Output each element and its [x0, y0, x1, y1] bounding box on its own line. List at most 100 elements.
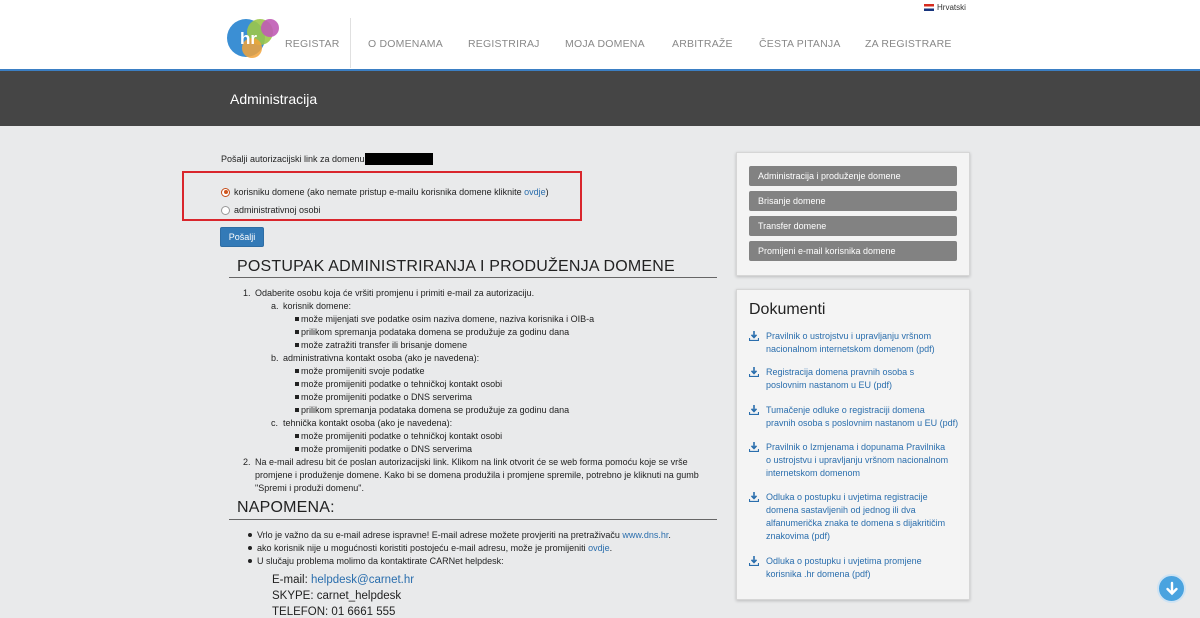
- step-1: 1. Odaberite osobu koja će vršiti promjen…: [243, 288, 535, 298]
- document-line: Odluka o postupku i uvjetima promjene: [766, 556, 922, 566]
- list-item: može promijeniti podatke o tehničkoj kon…: [243, 378, 723, 391]
- document-line: Registracija domena pravnih osoba s: [766, 367, 915, 377]
- note-1-text: Vrlo je važno da su e-mail adrese isprav…: [257, 530, 623, 540]
- nav-registar[interactable]: REGISTAR: [285, 38, 340, 50]
- document-link[interactable]: Registracija domena pravnih osoba s posl…: [749, 366, 959, 392]
- intro-text: Pošalji autorizacijski link za domenu: [221, 154, 365, 164]
- option-korisnik-end: ): [545, 187, 549, 197]
- nav-arbitraze[interactable]: ARBITRAŽE: [672, 38, 733, 50]
- list-item: može promijeniti podatke o DNS serverima: [243, 391, 723, 404]
- document-line: Odluka o postupku i uvjetima registracij…: [766, 492, 928, 502]
- download-icon: [749, 492, 759, 502]
- email-label: E-mail:: [272, 574, 311, 586]
- step-1a-label: korisnik domene:: [283, 301, 352, 311]
- sidebar-item-promijeni-email[interactable]: Promijeni e-mail korisnika domene: [749, 241, 957, 261]
- document-line: internetskom domenom: [766, 468, 861, 478]
- note-item-1: Vrlo je važno da su e-mail adrese isprav…: [248, 529, 718, 542]
- download-icon: [749, 556, 759, 566]
- document-link[interactable]: Tumačenje odluke o registraciji domena p…: [749, 404, 959, 430]
- step-1a: a. korisnik domene:: [271, 301, 352, 311]
- document-line: korisnika .hr domena (pdf): [766, 569, 871, 579]
- site-logo[interactable]: hr: [226, 16, 284, 60]
- contact-email: E-mail: helpdesk@carnet.hr: [272, 574, 414, 586]
- step-2-line-3: "Spremi i produži domenu".: [255, 483, 364, 493]
- option-korisnik-label: korisniku domene (ako nemate pristup e-m…: [234, 187, 549, 197]
- documents-title: Dokumenti: [749, 301, 826, 318]
- option-admin[interactable]: administrativnoj osobi: [221, 205, 321, 215]
- step-2: 2. Na e-mail adresu bit će poslan autoriz…: [243, 457, 688, 467]
- document-line: Pravilnik o Izmjenama i dopunama Praviln…: [766, 442, 946, 452]
- list-item: može promijeniti svoje podatke: [243, 365, 723, 378]
- download-icon: [749, 367, 759, 377]
- contact-phone: TELEFON: 01 6661 555: [272, 606, 396, 618]
- document-link[interactable]: Odluka o postupku i uvjetima promjene ko…: [749, 555, 959, 581]
- document-link[interactable]: Pravilnik o Izmjenama i dopunama Praviln…: [749, 441, 959, 480]
- document-line: domena sastavljenih od jednog ili dva: [766, 505, 916, 515]
- document-link[interactable]: Pravilnik o ustrojstvu i upravljanju vrš…: [749, 330, 959, 356]
- step-1c-label: tehnička kontakt osoba (ako je navedena)…: [283, 418, 453, 428]
- sidebar-item-brisanje[interactable]: Brisanje domene: [749, 191, 957, 211]
- helpdesk-email-link[interactable]: helpdesk@carnet.hr: [311, 574, 414, 586]
- option-admin-label: administrativnoj osobi: [234, 205, 321, 215]
- arrow-down-icon: [1165, 581, 1178, 595]
- list-item: može zatražiti transfer ili brisanje dom…: [243, 339, 723, 352]
- sidebar-item-transfer[interactable]: Transfer domene: [749, 216, 957, 236]
- top-navbar: [0, 0, 1200, 69]
- download-icon: [749, 442, 759, 452]
- step-2-line-1: Na e-mail adresu bit će poslan autorizac…: [255, 457, 688, 467]
- step-1b-label: administrativna kontakt osoba (ako je na…: [283, 353, 480, 363]
- document-line: znakovima (pdf): [766, 531, 831, 541]
- option-korisnik[interactable]: korisniku domene (ako nemate pristup e-m…: [221, 187, 549, 197]
- step-2-line-2: promjene i produženje domene. Kako bi se…: [255, 470, 699, 480]
- send-button[interactable]: Pošalji: [220, 227, 264, 247]
- note-item-3: U slučaju problema molimo da kontaktirat…: [248, 555, 718, 568]
- download-icon: [749, 331, 759, 341]
- list-item: može promijeniti podatke o tehničkoj kon…: [243, 430, 723, 443]
- document-line: pravnih osoba s poslovnim nastanom u EU …: [766, 418, 959, 428]
- document-line: alfanumerička znaka te domena s dijakrit…: [766, 518, 946, 528]
- nav-za-registrare[interactable]: ZA REGISTRARE: [865, 38, 952, 50]
- note-divider: [229, 519, 717, 520]
- page-banner: Administracija: [0, 71, 1200, 126]
- list-item: može mijenjati sve podatke osim naziva d…: [243, 313, 723, 326]
- option-korisnik-link[interactable]: ovdje: [524, 187, 546, 197]
- language-switch[interactable]: Hrvatski: [924, 3, 966, 12]
- procedure-divider: [229, 277, 717, 278]
- note-title: NAPOMENA:: [237, 499, 335, 516]
- dns-link[interactable]: www.dns.hr: [622, 530, 668, 540]
- step-1-text: Odaberite osobu koja će vršiti promjenu …: [255, 288, 535, 298]
- page-title: Administracija: [230, 91, 318, 107]
- list-item: može promijeniti podatke o DNS serverima: [243, 443, 723, 456]
- contact-skype: SKYPE: carnet_helpdesk: [272, 590, 402, 602]
- nav-o-domenama[interactable]: O DOMENAMA: [368, 38, 443, 50]
- change-email-link[interactable]: ovdje: [588, 543, 610, 553]
- document-link[interactable]: Odluka o postupku i uvjetima registracij…: [749, 491, 959, 543]
- send-link-intro: Pošalji autorizacijski link za domenu: [221, 153, 433, 165]
- step-1b: b. administrativna kontakt osoba (ako je …: [271, 353, 480, 363]
- sidebar-item-administracija[interactable]: Administracija i produženje domene: [749, 166, 957, 186]
- note-1-end: .: [668, 530, 671, 540]
- list-item: prilikom spremanja podataka domena se pr…: [243, 404, 723, 417]
- document-line: Pravilnik o ustrojstvu i upravljanju vrš…: [766, 331, 932, 341]
- logo-text: hr: [240, 29, 257, 48]
- option-korisnik-text: korisniku domene (ako nemate pristup e-m…: [234, 187, 525, 197]
- note-2-end: .: [609, 543, 613, 553]
- note-2-text: ako korisnik nije u mogućnosti koristiti…: [257, 543, 589, 553]
- nav-divider: [350, 18, 351, 68]
- radio-admin[interactable]: [221, 205, 230, 215]
- download-icon: [749, 405, 759, 415]
- redacted-domain: [364, 153, 433, 165]
- document-line: poslovnim nastanom u EU (pdf): [766, 380, 893, 390]
- radio-korisnik[interactable]: [221, 187, 230, 197]
- scroll-down-button[interactable]: [1157, 574, 1186, 603]
- croatian-flag-icon: [924, 4, 934, 11]
- nav-moja-domena[interactable]: MOJA DOMENA: [565, 38, 645, 50]
- document-line: nacionalnom internetskom domenom (pdf): [766, 344, 935, 354]
- document-line: o ustrojstvu i upravljanju vršnom nacion…: [766, 455, 949, 465]
- language-label: Hrvatski: [937, 3, 966, 12]
- note-item-2: ako korisnik nije u mogućnosti koristiti…: [248, 542, 718, 555]
- nav-cesta-pitanja[interactable]: ČESTA PITANJA: [759, 38, 841, 50]
- document-line: Tumačenje odluke o registraciji domena: [766, 405, 925, 415]
- note-list: Vrlo je važno da su e-mail adrese isprav…: [248, 529, 718, 568]
- nav-registriraj[interactable]: REGISTRIRAJ: [468, 38, 540, 50]
